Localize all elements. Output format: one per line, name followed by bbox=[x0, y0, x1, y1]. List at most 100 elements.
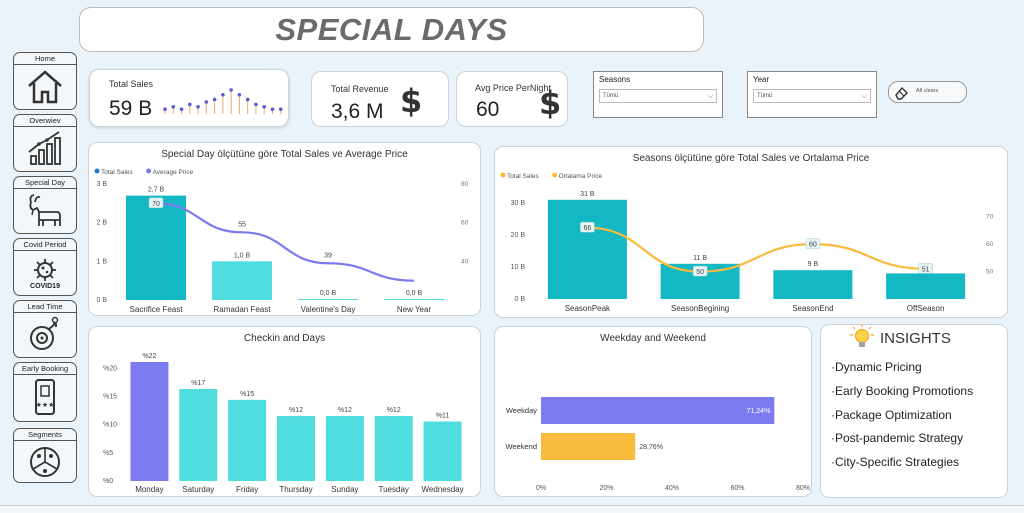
seasons-dropdown[interactable]: Tümü ⌵ bbox=[599, 89, 717, 103]
year-dropdown[interactable]: Tümü ⌵ bbox=[753, 89, 871, 103]
x-tick-label: Monday bbox=[135, 485, 163, 494]
bar bbox=[325, 416, 364, 481]
x-tick-label: 40% bbox=[665, 485, 679, 492]
sparkline-point bbox=[278, 107, 283, 111]
kpi-total-sales-value: 59 B bbox=[109, 97, 153, 120]
x-tick-label: Sunday bbox=[331, 485, 358, 494]
bar-data-label: 9 B bbox=[808, 261, 819, 268]
legend-marker bbox=[94, 168, 100, 174]
bar-data-label: %12 bbox=[289, 407, 303, 414]
kpi-total-revenue-label: Total Revenue bbox=[331, 84, 389, 94]
legend-label: Average Price bbox=[153, 169, 194, 176]
kpi-avg-price-value: 60 bbox=[476, 98, 500, 121]
nav-covid-period-label: Covid Period bbox=[14, 239, 76, 251]
chart-title: Weekday and Weekend bbox=[600, 333, 706, 344]
lightbulb-icon bbox=[850, 324, 874, 355]
nav-covid-period[interactable]: Covid Period COVID19 bbox=[13, 238, 77, 296]
nav-special-day[interactable]: Special Day bbox=[13, 176, 77, 234]
insight-item: ·City-Specific Strategies bbox=[831, 455, 960, 469]
y-tick-label: 10 B bbox=[511, 264, 526, 271]
goat-icon bbox=[18, 191, 72, 231]
nav-segments-label: Segments bbox=[14, 429, 76, 441]
nav-home[interactable]: Home bbox=[13, 52, 77, 110]
line-data-label: 66 bbox=[583, 225, 591, 232]
insight-item: ·Package Optimization bbox=[831, 408, 952, 422]
y-tick-label: 2 B bbox=[96, 220, 107, 227]
sparkline-point bbox=[221, 93, 225, 97]
svg-text:★★★: ★★★ bbox=[36, 401, 55, 409]
y2-tick-label: 40 bbox=[461, 258, 469, 265]
x-tick-label: Thursday bbox=[279, 485, 312, 494]
y-tick-label: %20 bbox=[103, 365, 117, 372]
kpi-total-sales: Total Sales 59 B bbox=[89, 69, 289, 127]
nav-lead-time-label: Lead Time bbox=[14, 301, 76, 313]
chart-title: Checkin and Days bbox=[243, 333, 326, 344]
nav-special-day-label: Special Day bbox=[14, 177, 76, 189]
bar-data-label: %12 bbox=[338, 407, 352, 414]
y-tick-label: %10 bbox=[103, 422, 117, 429]
y-tick-label: 0 B bbox=[514, 296, 525, 303]
x-tick-label: OffSeason bbox=[907, 304, 945, 313]
kpi-total-revenue-value: 3,6 M bbox=[331, 100, 384, 123]
bar-data-label: 28,76% bbox=[639, 444, 663, 451]
bar-data-label: %17 bbox=[191, 380, 205, 387]
line-data-label: 39 bbox=[324, 252, 332, 259]
legend-marker bbox=[500, 172, 506, 178]
bar-data-label: %12 bbox=[387, 407, 401, 414]
x-tick-label: 60% bbox=[730, 485, 744, 492]
clear-all-button[interactable]: All clears bbox=[888, 81, 967, 103]
y2-tick-label: 50 bbox=[986, 269, 994, 276]
bar bbox=[423, 421, 462, 481]
page-title: SPECIAL DAYS bbox=[275, 11, 508, 47]
nav-overview[interactable]: Overwiev bbox=[13, 114, 77, 172]
bar-data-label: 11 B bbox=[693, 255, 707, 262]
nav-segments[interactable]: Segments bbox=[13, 428, 77, 483]
y-tick-label: 1 B bbox=[96, 258, 107, 265]
y2-tick-label: 80 bbox=[461, 181, 469, 188]
bottom-strip bbox=[0, 505, 1024, 513]
sparkline-point bbox=[212, 97, 217, 102]
y-tick-label: 30 B bbox=[511, 200, 526, 207]
sparkline-point bbox=[188, 102, 192, 107]
sparkline-point bbox=[229, 88, 233, 92]
insights-title: INSIGHTS bbox=[880, 330, 951, 347]
y-tick-label: 20 B bbox=[511, 232, 526, 239]
x-tick-label: Saturday bbox=[182, 485, 214, 494]
nav-lead-time[interactable]: Lead Time bbox=[13, 300, 77, 358]
x-tick-label: Friday bbox=[236, 485, 258, 494]
sales-sparkline bbox=[163, 88, 283, 114]
year-dropdown-value: Tümü bbox=[757, 93, 773, 99]
bar bbox=[374, 416, 413, 481]
x-tick-label: 0% bbox=[536, 485, 546, 492]
bar bbox=[126, 195, 186, 300]
nav-overview-label: Overwiev bbox=[14, 115, 76, 127]
seasons-slicer-label: Seasons bbox=[599, 75, 631, 84]
legend-label: Ortalama Price bbox=[559, 173, 603, 180]
x-tick-label: SeasonEnd bbox=[792, 304, 833, 313]
insight-item: ·Post-pandemic Strategy bbox=[831, 431, 964, 445]
year-slicer[interactable]: Year Tümü ⌵ bbox=[747, 71, 877, 118]
bar bbox=[298, 299, 358, 300]
x-tick-label: Ramadan Feast bbox=[214, 305, 272, 314]
nav-early-booking[interactable]: Early Booking ★★★ bbox=[13, 362, 77, 422]
weekday-weekend-chart: 0% 20% 40% 60% 80% Weekday 71,24% Weekend 28,76% bbox=[505, 397, 810, 492]
line-data-label: 51 bbox=[922, 266, 930, 273]
bar-data-label: 0,0 B bbox=[320, 290, 337, 297]
dollar-icon: $ bbox=[400, 82, 423, 120]
bar bbox=[773, 270, 853, 299]
chevron-down-icon: ⌵ bbox=[707, 93, 713, 100]
chart-title: Seasons ölçütüne göre Total Sales ve Ort… bbox=[632, 153, 870, 164]
chart-title: Special Day ölçütüne göre Total Sales ve… bbox=[161, 149, 408, 160]
seasons-slicer[interactable]: Seasons Tümü ⌵ bbox=[593, 71, 723, 118]
bar bbox=[130, 361, 169, 481]
x-tick-label: Sacrifice Feast bbox=[130, 305, 184, 314]
y-tick-label: %15 bbox=[103, 393, 117, 400]
kpi-avg-price: Avg Price PerNight 60 $ bbox=[456, 71, 568, 127]
bar-data-label: 2,7 B bbox=[148, 187, 165, 194]
checkin-days-chart-card: Checkin and Days %0 %5 %10 %15 %20 %22 Monday%… bbox=[88, 326, 481, 497]
x-tick-label: Wednesday bbox=[422, 485, 464, 494]
bar-data-label: 1,0 B bbox=[234, 252, 251, 259]
phone-booking-icon: ★★★ bbox=[18, 377, 72, 419]
kpi-total-sales-label: Total Sales bbox=[109, 79, 154, 89]
dollar-icon: $ bbox=[539, 84, 562, 122]
